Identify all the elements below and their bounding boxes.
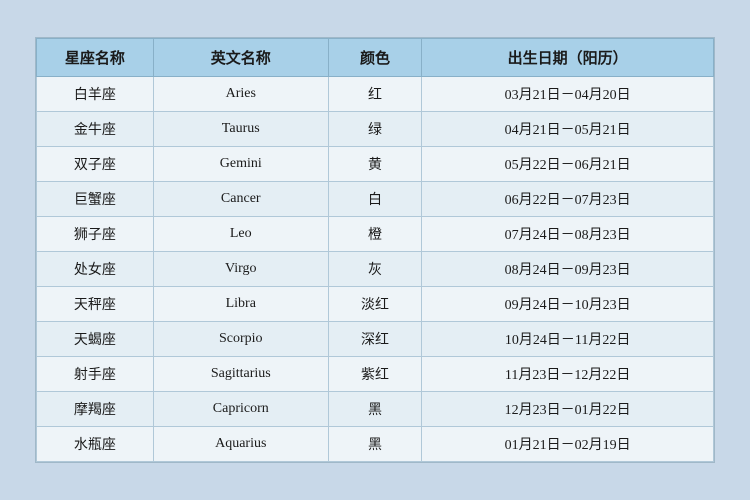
- cell-date: 12月23日－01月22日: [422, 392, 714, 427]
- zodiac-table-container: 星座名称 英文名称 颜色 出生日期（阳历） 白羊座Aries红03月21日－04…: [35, 37, 715, 463]
- cell-date: 07月24日－08月23日: [422, 217, 714, 252]
- cell-chinese: 射手座: [37, 357, 154, 392]
- header-date: 出生日期（阳历）: [422, 39, 714, 77]
- zodiac-table: 星座名称 英文名称 颜色 出生日期（阳历） 白羊座Aries红03月21日－04…: [36, 38, 714, 462]
- cell-date: 08月24日－09月23日: [422, 252, 714, 287]
- cell-color: 淡红: [328, 287, 421, 322]
- table-row: 摩羯座Capricorn黑12月23日－01月22日: [37, 392, 714, 427]
- cell-chinese: 金牛座: [37, 112, 154, 147]
- table-row: 白羊座Aries红03月21日－04月20日: [37, 77, 714, 112]
- cell-date: 03月21日－04月20日: [422, 77, 714, 112]
- header-chinese: 星座名称: [37, 39, 154, 77]
- cell-color: 黑: [328, 427, 421, 462]
- cell-color: 深红: [328, 322, 421, 357]
- cell-chinese: 水瓶座: [37, 427, 154, 462]
- cell-color: 灰: [328, 252, 421, 287]
- cell-date: 09月24日－10月23日: [422, 287, 714, 322]
- table-row: 天秤座Libra淡红09月24日－10月23日: [37, 287, 714, 322]
- cell-chinese: 天秤座: [37, 287, 154, 322]
- cell-date: 01月21日－02月19日: [422, 427, 714, 462]
- cell-date: 10月24日－11月22日: [422, 322, 714, 357]
- table-row: 水瓶座Aquarius黑01月21日－02月19日: [37, 427, 714, 462]
- cell-chinese: 摩羯座: [37, 392, 154, 427]
- cell-date: 04月21日－05月21日: [422, 112, 714, 147]
- cell-english: Aries: [153, 77, 328, 112]
- cell-english: Aquarius: [153, 427, 328, 462]
- header-color: 颜色: [328, 39, 421, 77]
- cell-color: 黑: [328, 392, 421, 427]
- table-row: 双子座Gemini黄05月22日－06月21日: [37, 147, 714, 182]
- cell-english: Gemini: [153, 147, 328, 182]
- table-row: 天蝎座Scorpio深红10月24日－11月22日: [37, 322, 714, 357]
- cell-chinese: 巨蟹座: [37, 182, 154, 217]
- cell-chinese: 白羊座: [37, 77, 154, 112]
- cell-english: Scorpio: [153, 322, 328, 357]
- cell-color: 白: [328, 182, 421, 217]
- cell-english: Libra: [153, 287, 328, 322]
- cell-english: Cancer: [153, 182, 328, 217]
- cell-color: 绿: [328, 112, 421, 147]
- cell-color: 橙: [328, 217, 421, 252]
- table-row: 射手座Sagittarius紫红11月23日－12月22日: [37, 357, 714, 392]
- cell-english: Virgo: [153, 252, 328, 287]
- cell-date: 11月23日－12月22日: [422, 357, 714, 392]
- cell-color: 红: [328, 77, 421, 112]
- cell-color: 黄: [328, 147, 421, 182]
- cell-chinese: 双子座: [37, 147, 154, 182]
- table-header-row: 星座名称 英文名称 颜色 出生日期（阳历）: [37, 39, 714, 77]
- table-row: 狮子座Leo橙07月24日－08月23日: [37, 217, 714, 252]
- cell-english: Capricorn: [153, 392, 328, 427]
- header-english: 英文名称: [153, 39, 328, 77]
- cell-chinese: 狮子座: [37, 217, 154, 252]
- cell-chinese: 处女座: [37, 252, 154, 287]
- cell-english: Taurus: [153, 112, 328, 147]
- table-row: 金牛座Taurus绿04月21日－05月21日: [37, 112, 714, 147]
- cell-date: 05月22日－06月21日: [422, 147, 714, 182]
- cell-english: Leo: [153, 217, 328, 252]
- cell-color: 紫红: [328, 357, 421, 392]
- table-row: 巨蟹座Cancer白06月22日－07月23日: [37, 182, 714, 217]
- cell-date: 06月22日－07月23日: [422, 182, 714, 217]
- table-row: 处女座Virgo灰08月24日－09月23日: [37, 252, 714, 287]
- cell-chinese: 天蝎座: [37, 322, 154, 357]
- cell-english: Sagittarius: [153, 357, 328, 392]
